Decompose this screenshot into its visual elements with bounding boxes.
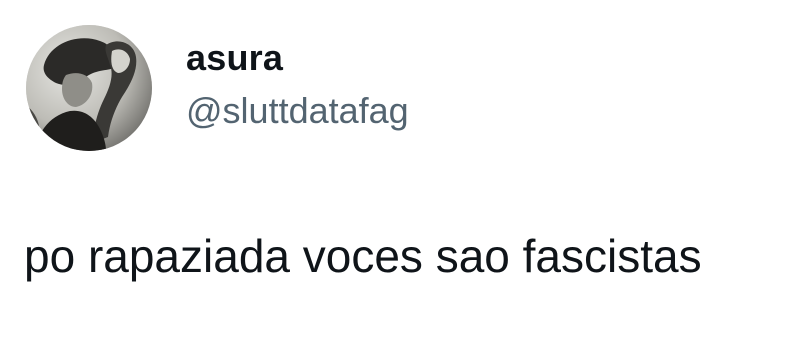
avatar[interactable] [26, 25, 152, 151]
profile-photo-icon [26, 25, 152, 151]
tweet-text: po rapaziada voces sao fascistas [24, 230, 702, 282]
tweet-card: asura @sluttdatafag po rapaziada voces s… [0, 0, 794, 345]
author-handle[interactable]: @sluttdatafag [186, 93, 409, 129]
author-display-name[interactable]: asura [186, 40, 283, 76]
